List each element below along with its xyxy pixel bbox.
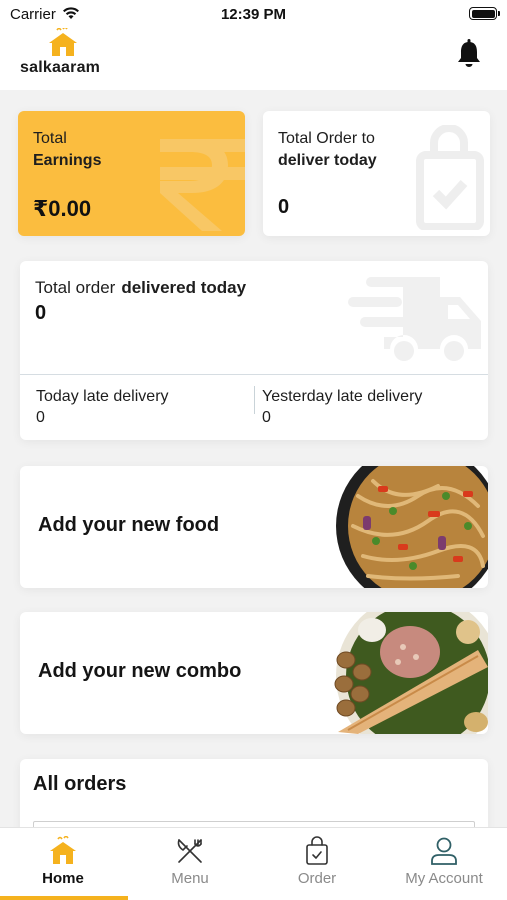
app-logo[interactable]: salkaaram — [20, 28, 110, 84]
to-deliver-value: 0 — [278, 196, 290, 218]
nav-menu[interactable]: Menu — [127, 828, 253, 900]
add-new-combo-card[interactable]: Add your new combo — [20, 612, 488, 734]
user-icon — [431, 837, 457, 865]
nav-order-label: Order — [297, 870, 337, 887]
nav-order[interactable]: Order — [254, 828, 380, 900]
status-bar: Carrier 12:39 PM — [0, 0, 507, 28]
delivery-truck-watermark-icon — [348, 277, 481, 361]
bell-icon[interactable] — [455, 38, 483, 68]
shopping-bag-icon — [306, 836, 328, 865]
house-logo-icon — [49, 28, 77, 56]
add-new-food-card[interactable]: Add your new food — [20, 466, 488, 588]
today-late-delivery-label: Today late delivery — [36, 388, 169, 405]
to-deliver-label-line2: deliver today — [278, 152, 377, 169]
combo-platter-image — [334, 612, 488, 734]
delivered-today-value: 0 — [35, 302, 47, 324]
add-food-label: Add your new food — [38, 514, 220, 536]
nav-menu-label: Menu — [171, 870, 209, 887]
all-orders-title: All orders — [33, 773, 127, 795]
home-icon — [50, 836, 76, 864]
earnings-value: ₹0.00 — [33, 196, 92, 221]
earnings-label: Total Earnings — [33, 128, 101, 172]
yesterday-late-delivery-label: Yesterday late delivery — [262, 388, 423, 405]
shopping-bag-watermark-icon — [416, 125, 484, 230]
noodles-dish-image — [336, 466, 488, 588]
clock: 12:39 PM — [220, 6, 287, 23]
divider — [254, 386, 255, 414]
delivered-today-card[interactable]: Total order delivered today 0 Today late … — [20, 261, 488, 440]
total-earnings-card[interactable]: Total Earnings ₹0.00 — [18, 111, 245, 236]
rupee-watermark-icon — [160, 139, 245, 231]
logo-text: salkaaram — [20, 59, 101, 76]
nav-my-account[interactable]: My Account — [381, 828, 507, 900]
divider — [20, 374, 488, 375]
delivered-label-regular: Total order — [35, 278, 116, 297]
today-late-delivery-value: 0 — [36, 409, 45, 426]
earnings-label-line1: Total — [33, 130, 67, 147]
delivered-label-bold: delivered today — [121, 278, 247, 297]
to-deliver-label: Total Order to deliver today — [278, 128, 377, 172]
nav-home[interactable]: Home — [0, 828, 128, 900]
battery-icon — [469, 7, 500, 20]
nav-my-account-label: My Account — [405, 870, 483, 887]
orders-to-deliver-card[interactable]: Total Order to deliver today 0 — [263, 111, 490, 236]
bottom-navigation: Home Menu Order My Account — [0, 827, 507, 900]
to-deliver-label-line1: Total Order to — [278, 130, 375, 147]
active-tab-indicator — [0, 896, 128, 900]
delivered-today-label: Total order delivered today — [35, 278, 246, 298]
earnings-label-line2: Earnings — [33, 152, 102, 169]
yesterday-late-delivery-value: 0 — [262, 409, 271, 426]
fork-knife-icon — [177, 839, 202, 863]
add-combo-label: Add your new combo — [38, 660, 242, 682]
nav-home-label: Home — [42, 870, 84, 887]
app-header: salkaaram — [0, 28, 507, 90]
